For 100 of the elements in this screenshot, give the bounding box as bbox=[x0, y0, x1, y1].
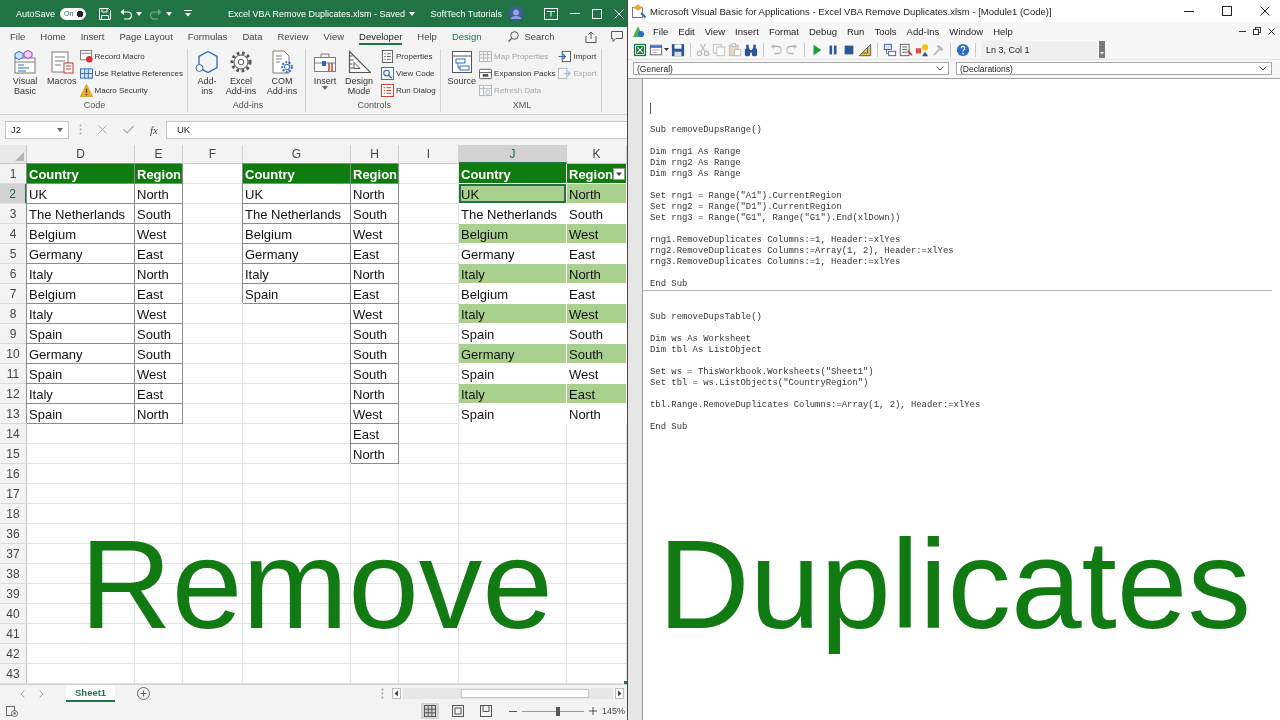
ribbon-tab[interactable]: Insert bbox=[80, 28, 105, 45]
name-box[interactable]: J2 bbox=[5, 120, 69, 139]
formula-field[interactable]: UK bbox=[165, 120, 627, 139]
row-header[interactable]: 2 bbox=[0, 184, 27, 204]
row-header[interactable]: 14 bbox=[0, 424, 27, 444]
code-editor[interactable] bbox=[628, 78, 1280, 720]
row-header[interactable]: 38 bbox=[0, 564, 27, 584]
column-header[interactable]: J bbox=[459, 145, 567, 164]
row-header[interactable]: 12 bbox=[0, 384, 27, 404]
binoculars-icon[interactable] bbox=[744, 42, 758, 57]
ribbon-button[interactable]: View Code bbox=[380, 66, 437, 81]
column-header[interactable]: K bbox=[567, 145, 627, 164]
caret-icon[interactable] bbox=[322, 86, 328, 90]
row-header[interactable]: 8 bbox=[0, 304, 27, 324]
menu-item[interactable]: Edit bbox=[674, 24, 699, 38]
ribbon-tab[interactable]: Data bbox=[242, 28, 263, 45]
share-icon[interactable] bbox=[585, 30, 597, 43]
close-icon[interactable] bbox=[1260, 6, 1270, 16]
ribbon-button[interactable]: Use Relative References bbox=[78, 66, 184, 81]
row-header[interactable]: 17 bbox=[0, 484, 27, 504]
ribbon-button[interactable]: Source bbox=[446, 49, 478, 87]
row-header[interactable]: 11 bbox=[0, 364, 27, 384]
insert-function-button[interactable]: fx bbox=[148, 123, 160, 136]
maximize-icon[interactable] bbox=[1222, 6, 1232, 16]
ribbon-tab[interactable]: Page Layout bbox=[119, 28, 173, 45]
row-header[interactable]: 13 bbox=[0, 404, 27, 424]
row-header[interactable]: 18 bbox=[0, 504, 27, 524]
menu-item[interactable]: Window bbox=[945, 24, 988, 38]
ribbon-button[interactable]: Run Dialog bbox=[380, 83, 437, 98]
object-dropdown[interactable]: (General) bbox=[633, 62, 949, 75]
ribbon-tab[interactable]: Help bbox=[417, 28, 437, 45]
row-header[interactable]: 15 bbox=[0, 444, 27, 464]
menu-item[interactable]: Insert bbox=[731, 24, 763, 38]
ribbon-tab[interactable]: File bbox=[10, 28, 26, 45]
window-icon[interactable] bbox=[544, 7, 558, 20]
save-icon[interactable] bbox=[671, 42, 685, 57]
ribbon-tab[interactable]: Developer bbox=[359, 28, 403, 45]
help-icon[interactable] bbox=[956, 42, 970, 57]
grip-icon[interactable] bbox=[381, 688, 384, 699]
scrollbar-thumb[interactable] bbox=[461, 689, 589, 698]
column-header[interactable]: I bbox=[399, 145, 459, 164]
ribbon-button[interactable]: Design Mode bbox=[339, 49, 379, 97]
row-header[interactable]: 16 bbox=[0, 464, 27, 484]
row-header[interactable]: 9 bbox=[0, 324, 27, 344]
menu-item[interactable]: View bbox=[700, 24, 730, 38]
arrow-left-icon[interactable] bbox=[392, 688, 401, 699]
row-header[interactable]: 40 bbox=[0, 604, 27, 624]
ribbon-button[interactable]: Macros bbox=[46, 49, 78, 87]
check-icon[interactable] bbox=[123, 125, 134, 134]
spreadsheet-icon[interactable] bbox=[633, 42, 647, 57]
row-header[interactable]: 37 bbox=[0, 544, 27, 564]
undo-icon[interactable] bbox=[119, 6, 134, 21]
zoom-level[interactable]: 145% bbox=[601, 706, 625, 716]
ribbon-button[interactable]: Expansion Packs bbox=[478, 66, 557, 81]
ribbon-tab[interactable]: View bbox=[323, 28, 345, 45]
bar-caret-icon[interactable] bbox=[184, 10, 193, 17]
ribbon-button[interactable]: Macro Security bbox=[78, 83, 184, 98]
ribbon-button[interactable]: Visual Basic bbox=[5, 49, 45, 97]
project-tree-icon[interactable] bbox=[883, 42, 897, 57]
view-button[interactable] bbox=[420, 703, 439, 719]
row-header[interactable]: 36 bbox=[0, 524, 27, 544]
record-macro-icon[interactable] bbox=[6, 705, 18, 717]
row-header[interactable]: 43 bbox=[0, 664, 27, 684]
ribbon-tab[interactable]: Home bbox=[40, 28, 66, 45]
shapes-icon[interactable] bbox=[915, 42, 929, 57]
row-header[interactable]: 4 bbox=[0, 224, 27, 244]
add-icon[interactable] bbox=[137, 687, 151, 700]
ribbon-button[interactable]: Excel Add-ins bbox=[221, 49, 261, 97]
scrollbar-track[interactable] bbox=[403, 688, 613, 699]
menu-item[interactable]: Debug bbox=[804, 24, 841, 38]
row-header[interactable]: 7 bbox=[0, 284, 27, 304]
row-header[interactable]: 41 bbox=[0, 624, 27, 644]
menu-item[interactable]: Run bbox=[842, 24, 869, 38]
ribbon-button[interactable]: Insert bbox=[312, 49, 338, 91]
caret-icon[interactable] bbox=[664, 48, 669, 51]
slider-thumb[interactable] bbox=[555, 706, 560, 716]
properties-icon[interactable] bbox=[899, 42, 913, 57]
account-name[interactable]: SoftTech Tutorials bbox=[430, 8, 502, 19]
row-header[interactable]: 5 bbox=[0, 244, 27, 264]
form-icon[interactable] bbox=[649, 42, 663, 57]
row-header[interactable]: 39 bbox=[0, 584, 27, 604]
save-icon[interactable] bbox=[98, 6, 113, 21]
column-header[interactable]: F bbox=[183, 145, 243, 164]
ribbon-button[interactable]: Add-ins bbox=[194, 49, 220, 97]
plus-icon[interactable] bbox=[588, 707, 597, 715]
ribbon-button[interactable]: Import bbox=[557, 49, 598, 64]
ribbon-button[interactable]: Properties bbox=[380, 49, 437, 64]
ribbon-button[interactable]: Record Macro bbox=[78, 49, 184, 64]
sheet-tab[interactable]: Sheet1 bbox=[66, 685, 116, 702]
row-header[interactable]: 6 bbox=[0, 264, 27, 284]
row-header[interactable]: 42 bbox=[0, 644, 27, 664]
ribbon-button[interactable]: COM Add-ins bbox=[262, 49, 302, 97]
ribbon-tab[interactable]: Formulas bbox=[187, 28, 228, 45]
menu-item[interactable]: Tools bbox=[870, 24, 901, 38]
caret-icon[interactable] bbox=[136, 11, 143, 16]
comment-icon[interactable] bbox=[611, 31, 623, 42]
caret-icon[interactable] bbox=[409, 11, 416, 16]
caret-icon[interactable] bbox=[166, 11, 173, 16]
minus-icon[interactable] bbox=[508, 710, 517, 712]
menu-item[interactable]: Format bbox=[764, 24, 803, 38]
